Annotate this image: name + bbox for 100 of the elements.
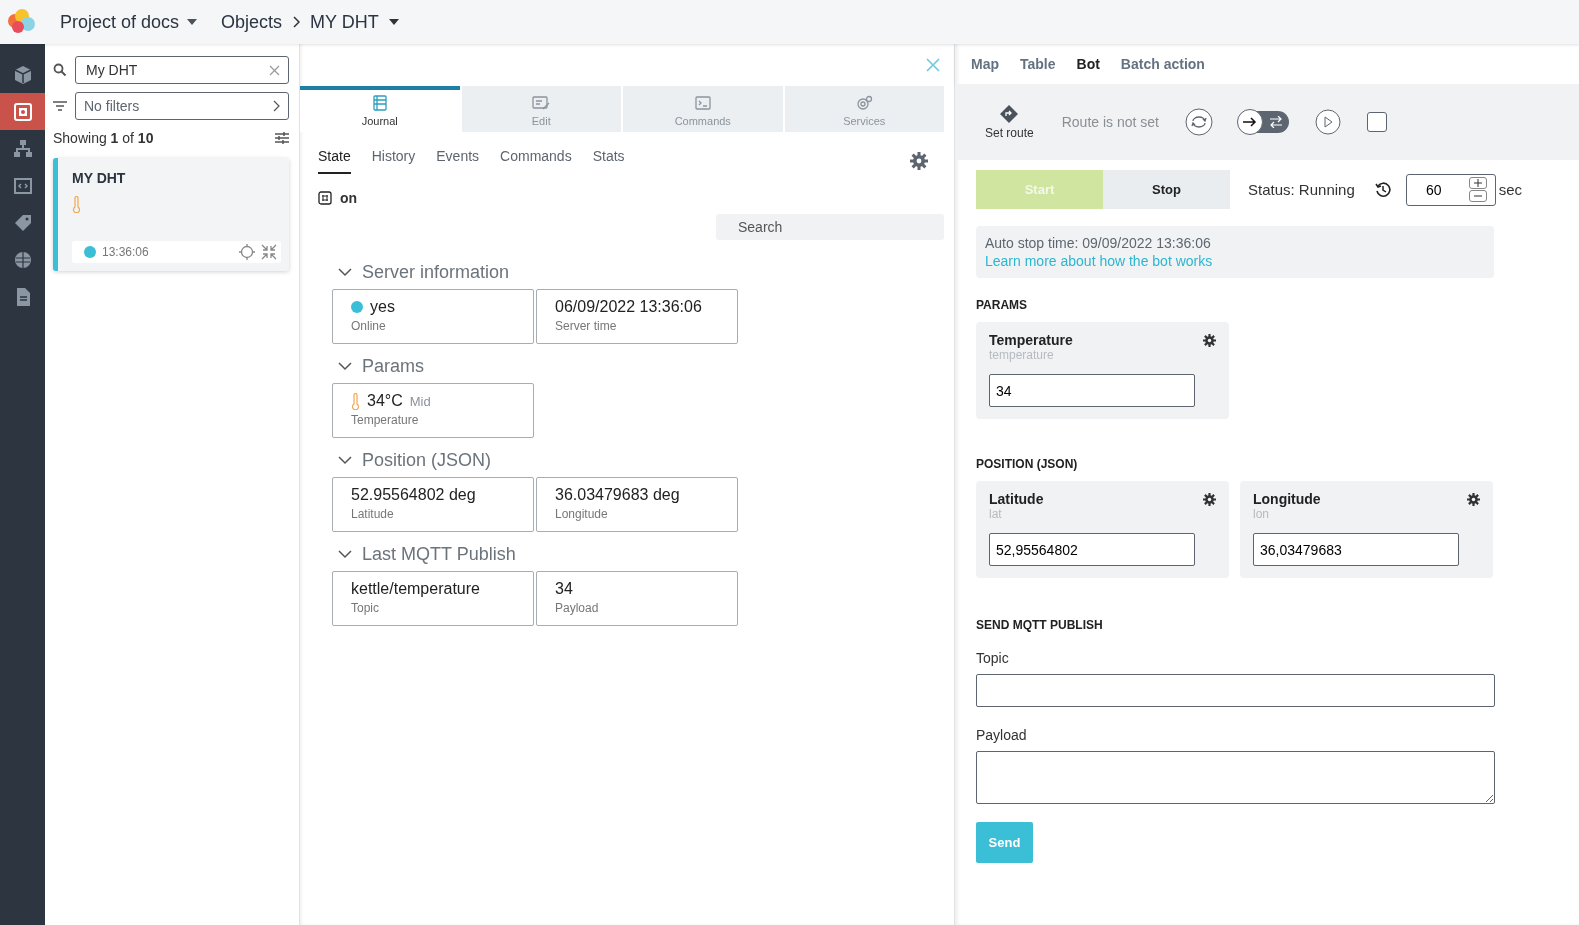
sub-tab[interactable]: History — [371, 148, 416, 174]
gears-icon — [855, 95, 874, 111]
thermometer-icon — [351, 392, 360, 410]
card-value: 52.95564802 deg — [351, 486, 476, 504]
direction-toggle[interactable] — [1239, 111, 1289, 133]
chevron-right-icon — [273, 100, 280, 112]
status-dot — [351, 301, 363, 313]
crosshair-icon[interactable] — [239, 244, 255, 260]
param-key: temperature — [989, 348, 1216, 362]
param-key: lat — [989, 507, 1216, 521]
chevron-icon — [338, 456, 352, 465]
card-label: Longitude — [555, 507, 609, 521]
topic-input[interactable] — [976, 674, 1495, 707]
group-title: SEND MQTT PUBLISH — [976, 618, 1103, 632]
bot-status: Status: Running — [1248, 181, 1355, 198]
search-field[interactable]: My DHT — [75, 56, 289, 84]
param-input[interactable]: 36,03479683 — [1253, 533, 1459, 566]
group-title: PARAMS — [976, 298, 1029, 312]
panel-tab[interactable]: Journal — [300, 86, 460, 132]
view-tab[interactable]: Map — [971, 56, 999, 72]
state-value: on — [340, 190, 358, 206]
card-label: Online — [351, 319, 387, 333]
chevron-icon — [338, 268, 352, 277]
view-tab[interactable]: Bot — [1076, 56, 1100, 72]
card-label: Temperature — [351, 413, 420, 427]
card-value: kettle/temperature — [351, 580, 480, 598]
hierarchy-icon — [12, 138, 33, 159]
object-icon — [12, 101, 33, 122]
interval-input[interactable]: 60 — [1406, 180, 1461, 199]
thermometer-icon — [72, 196, 81, 213]
param-label: Temperature — [989, 332, 1073, 348]
card-value: 36.03479683 deg — [555, 486, 680, 504]
project-dropdown[interactable]: Project of docs — [60, 11, 198, 33]
card-value: 34°C — [367, 392, 403, 410]
collapse-icon[interactable] — [261, 244, 277, 260]
object-card[interactable]: MY DHT 13:36:06 — [53, 158, 289, 271]
field-label: Topic — [976, 650, 1009, 666]
chevron-icon — [338, 362, 352, 371]
swap-arrows-icon — [1269, 116, 1283, 128]
arrow-right-icon — [1243, 117, 1257, 127]
settings-icon[interactable] — [1203, 492, 1216, 506]
loop-icon[interactable] — [1185, 108, 1213, 136]
section-header[interactable]: Last MQTT Publish — [332, 544, 516, 565]
search-input[interactable]: My DHT — [84, 61, 265, 79]
card-label: Topic — [351, 601, 380, 615]
object-name: MY DHT — [72, 170, 127, 186]
card-value: 06/09/2022 13:36:06 — [555, 298, 702, 316]
checkbox[interactable] — [1367, 112, 1387, 132]
breadcrumb-link[interactable]: MY DHT — [310, 11, 379, 33]
stop-button[interactable]: Stop — [1103, 170, 1230, 209]
card-label: Server time — [555, 319, 618, 333]
settings-icon[interactable] — [1467, 492, 1480, 506]
value-note: Mid — [409, 393, 431, 409]
card-label: Latitude — [351, 507, 395, 521]
view-tab[interactable]: Batch action — [1120, 56, 1205, 72]
card-value: 34 — [555, 580, 573, 598]
search-field[interactable]: Search — [716, 214, 944, 240]
payload-input[interactable] — [976, 751, 1495, 804]
param-input[interactable]: 52,95564802 — [989, 533, 1195, 566]
edit-icon — [532, 95, 551, 111]
nav-rail-item[interactable] — [0, 93, 45, 130]
breadcrumb-link[interactable]: Objects — [221, 11, 283, 33]
section-header[interactable]: Position (JSON) — [332, 450, 492, 471]
result-count: Showing 1 of 10 — [53, 130, 154, 146]
view-tab[interactable]: Table — [1020, 56, 1056, 72]
param-input[interactable]: 34 — [989, 374, 1195, 407]
cube-icon — [12, 64, 33, 85]
decrement-icon[interactable] — [1468, 190, 1487, 202]
search-icon — [53, 63, 67, 77]
route-status: Route is not set — [1061, 114, 1159, 130]
history-icon — [1374, 181, 1391, 198]
globe-icon — [12, 249, 33, 270]
section-header[interactable]: Server information — [332, 262, 510, 283]
sub-tab[interactable]: State — [318, 148, 351, 174]
list-icon — [370, 95, 389, 111]
interval-field[interactable]: 60 — [1405, 173, 1496, 206]
sub-tab[interactable]: Events — [436, 148, 480, 174]
caret-down-icon — [388, 19, 399, 25]
auto-stop-text: Auto stop time: 09/09/2022 13:36:06 — [985, 235, 1212, 251]
filter-dropdown[interactable]: No filters — [75, 92, 289, 120]
field-label: Payload — [976, 727, 1027, 743]
interval-unit: sec — [1498, 181, 1523, 198]
sub-tab[interactable]: Commands — [500, 148, 572, 174]
sub-tab[interactable]: Stats — [592, 148, 625, 174]
chevron-icon — [338, 550, 352, 559]
set-route-button[interactable]: Set route — [985, 104, 1034, 140]
param-label: Longitude — [1253, 491, 1321, 507]
increment-icon[interactable] — [1468, 177, 1487, 189]
settings-icon[interactable] — [910, 152, 928, 170]
play-icon[interactable] — [1315, 109, 1341, 135]
sliders-icon[interactable] — [275, 132, 289, 144]
settings-icon[interactable] — [1203, 333, 1216, 347]
section-header[interactable]: Params — [332, 356, 424, 377]
card-value: yes — [370, 298, 395, 316]
chevron-right-icon — [292, 16, 301, 28]
param-label: Latitude — [989, 491, 1044, 507]
card-label: Payload — [555, 601, 600, 615]
clear-icon[interactable] — [269, 64, 280, 76]
code-icon — [12, 175, 33, 196]
last-update-time: 13:36:06 — [102, 245, 149, 259]
